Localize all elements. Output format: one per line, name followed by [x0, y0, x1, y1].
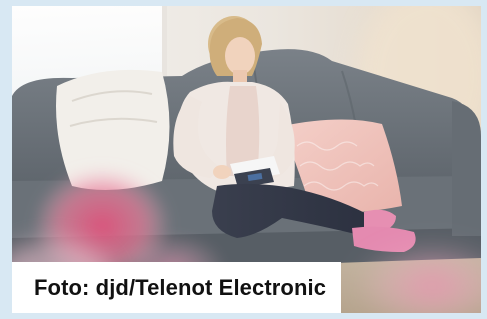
photo-credit-text: Foto: djd/Telenot Electronic: [34, 274, 327, 300]
photo-credit-box: Foto: djd/Telenot Electronic: [12, 262, 341, 313]
image-frame: Foto: djd/Telenot Electronic: [0, 0, 487, 319]
woman-face: [225, 37, 255, 75]
sofa-arm: [452, 101, 481, 236]
